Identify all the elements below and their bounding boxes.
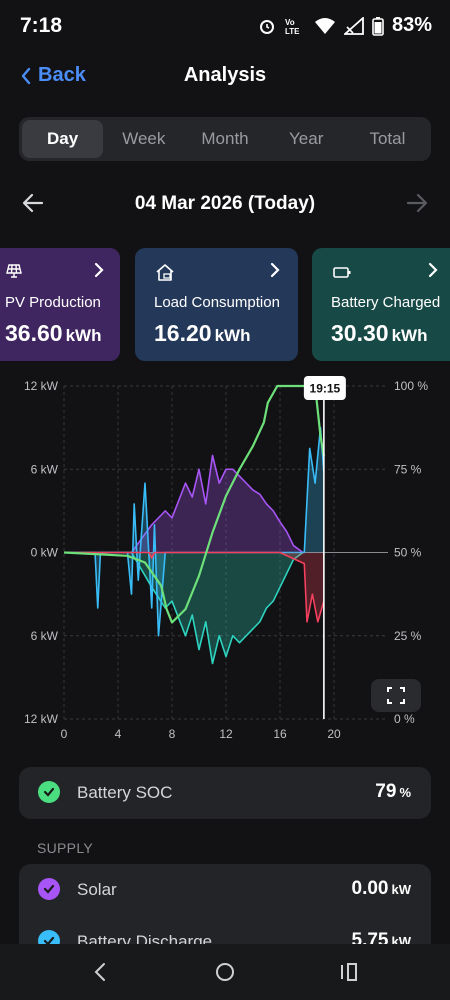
y-left-tick-label: 0 kW [31,546,59,560]
load-consumption-label: Load Consumption [154,294,280,311]
volte-icon: VoLTE [285,18,300,35]
battery-soc-value: 79% [375,781,411,803]
x-tick-label: 20 [327,727,341,741]
pv-production-unit: kWh [65,326,102,345]
cursor-time-label: 19:15 [310,382,341,396]
x-tick-label: 0 [61,727,68,741]
home-nav-icon[interactable] [212,960,238,984]
solar-label: Solar [77,880,117,899]
x-tick-label: 8 [169,727,176,741]
date-navigator: 04 Mar 2026 (Today) [0,184,450,224]
period-tabs: Day Week Month Year Total [19,117,431,161]
y-left-tick-label: 6 kW [31,629,59,643]
solar-number: 0.00 [351,878,389,899]
battery-charged-card[interactable]: Battery Charged 30.30 kWh [312,248,450,361]
solar-unit: kW [391,882,412,897]
system-nav-bar [0,944,450,1000]
svg-text:Vo: Vo [285,18,295,27]
battery-outline-icon [333,267,351,278]
y-left-tick-label: 12 kW [24,379,59,393]
pv-production-value: 36.60 kWh [5,320,101,347]
y-right-tick-label: 50 % [394,546,422,560]
x-tick-label: 16 [273,727,287,741]
alarm-icon [259,19,274,34]
y-right-tick-label: 0 % [394,712,415,726]
battery-charged-value: 30.30 kWh [331,320,427,347]
pv-production-card[interactable]: PV Production 36.60 kWh [0,248,120,361]
x-tick-label: 4 [115,727,122,741]
battery-charged-unit: kWh [391,326,428,345]
check-icon [38,781,60,803]
load-consumption-number: 16.20 [154,320,212,346]
wifi-icon [314,17,335,34]
y-left-tick-label: 12 kW [24,712,59,726]
battery-percent: 83% [391,14,432,36]
nav-header: Back Analysis [0,54,450,98]
svg-text:LTE: LTE [285,27,300,35]
y-left-tick-label: 6 kW [31,462,59,476]
battery-charged-number: 30.30 [331,320,389,346]
power-chart[interactable]: 12 kW 6 kW 0 kW 6 kW 12 kW 100 % 75 % 50 % 25 % 0… [0,372,450,748]
check-icon [38,878,60,900]
supply-section-title: SUPPLY [37,840,94,856]
pv-production-number: 36.60 [5,320,63,346]
expand-icon [387,687,405,704]
tab-year[interactable]: Year [266,120,347,158]
house-icon [156,264,174,281]
x-tick-label: 12 [219,727,233,741]
y-right-tick-label: 25 % [394,629,422,643]
date-label: 04 Mar 2026 (Today) [134,193,316,214]
page-title: Analysis [183,64,267,86]
battery-soc-unit: % [399,785,411,800]
load-consumption-unit: kWh [214,326,251,345]
battery-soc-label: Battery SOC [77,783,173,802]
summary-cards: PV Production 36.60 kWh Load Consumption … [0,248,450,362]
fullscreen-button[interactable] [371,679,421,712]
recents-nav-icon[interactable] [336,960,362,984]
solar-panel-icon [6,264,22,278]
status-time: 7:18 [20,14,63,37]
y-right-tick-label: 100 % [394,379,428,393]
chevron-right-icon [428,262,438,278]
status-bar: 7:18 Vo LTE 83% [0,0,450,52]
chevron-right-icon [270,262,280,278]
tab-total[interactable]: Total [347,120,428,158]
pv-production-label: PV Production [5,294,101,311]
back-nav-icon[interactable] [88,960,114,984]
y-right-tick-label: 75 % [394,462,422,476]
battery-charged-label: Battery Charged [331,294,441,311]
load-consumption-value: 16.20 kWh [154,320,250,347]
battery-soc-row[interactable]: Battery SOC 79% [19,767,431,819]
arrow-right-icon[interactable] [404,190,430,216]
signal-icon [343,16,364,35]
status-icons: Vo LTE 83% [258,14,432,37]
supply-row-solar[interactable]: Solar 0.00 kW [19,864,431,916]
solar-value: 0.00 kW [352,878,411,900]
tab-month[interactable]: Month [184,120,265,158]
tab-week[interactable]: Week [103,120,184,158]
chevron-right-icon [94,262,104,278]
battery-icon [372,16,384,36]
tab-day[interactable]: Day [22,120,104,158]
battery-soc-number: 79 [375,781,397,802]
load-consumption-card[interactable]: Load Consumption 16.20 kWh [135,248,298,361]
